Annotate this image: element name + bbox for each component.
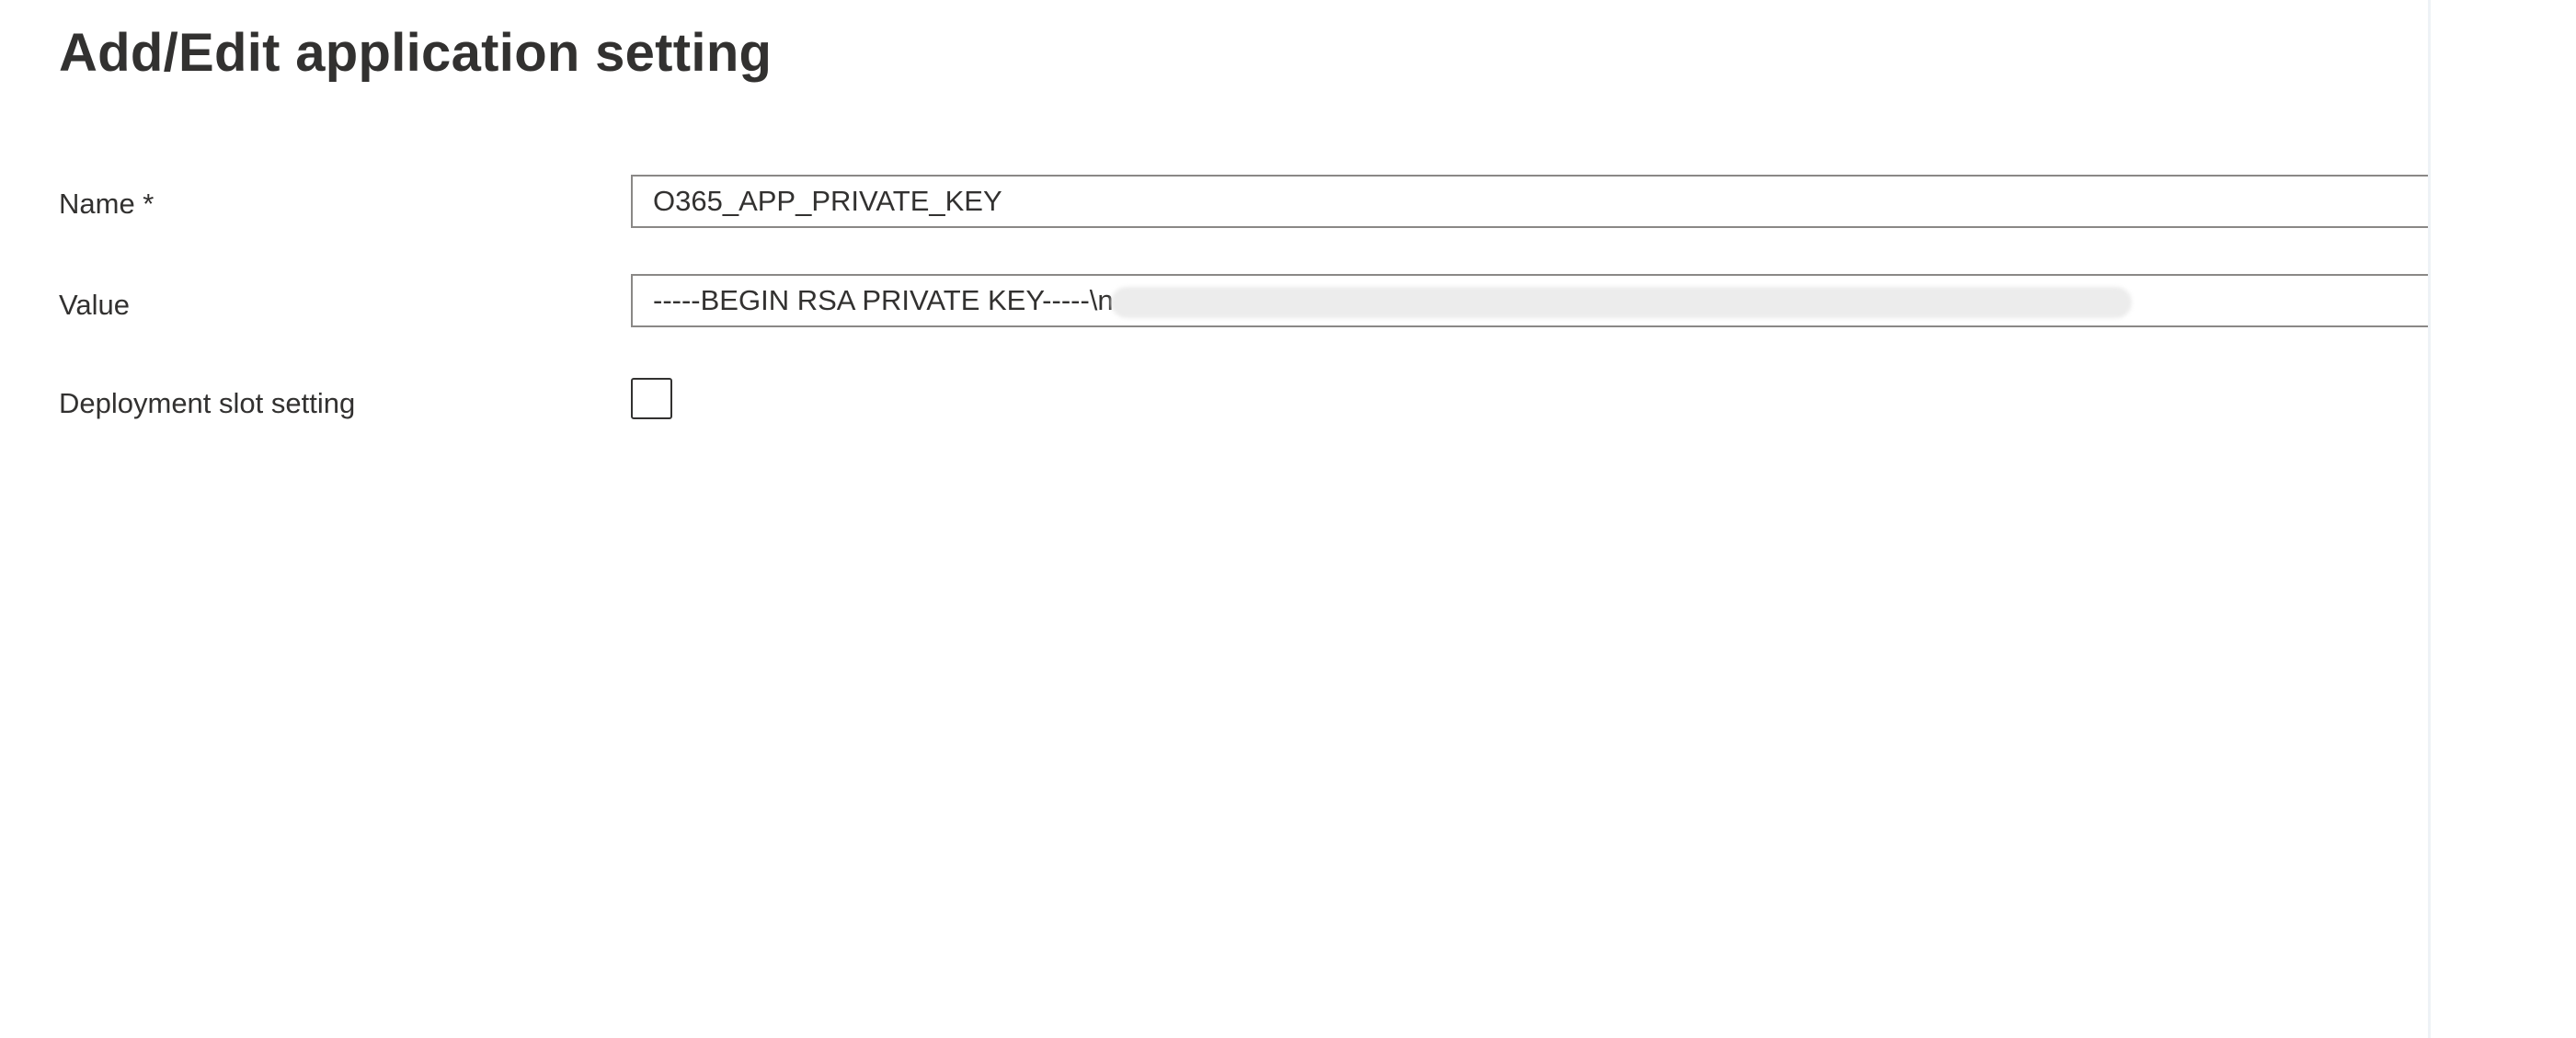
value-field[interactable]: -----BEGIN RSA PRIVATE KEY-----\n	[631, 274, 2547, 327]
redacted-value-mask	[1111, 287, 2132, 318]
name-input-value[interactable]: O365_APP_PRIVATE_KEY	[653, 177, 1002, 226]
slot-setting-label: Deployment slot setting	[59, 387, 356, 419]
background-edge	[2428, 0, 2576, 1038]
value-input-value[interactable]: -----BEGIN RSA PRIVATE KEY-----\n	[653, 276, 1114, 325]
value-label: Value	[59, 289, 130, 321]
panel-title: Add/Edit application setting	[59, 23, 773, 83]
slot-setting-checkbox[interactable]	[631, 378, 672, 419]
name-label: Name *	[59, 188, 155, 220]
name-field[interactable]: O365_APP_PRIVATE_KEY	[631, 175, 2547, 228]
edit-setting-panel: Add/Edit application setting Name * O365…	[0, 0, 2576, 1038]
